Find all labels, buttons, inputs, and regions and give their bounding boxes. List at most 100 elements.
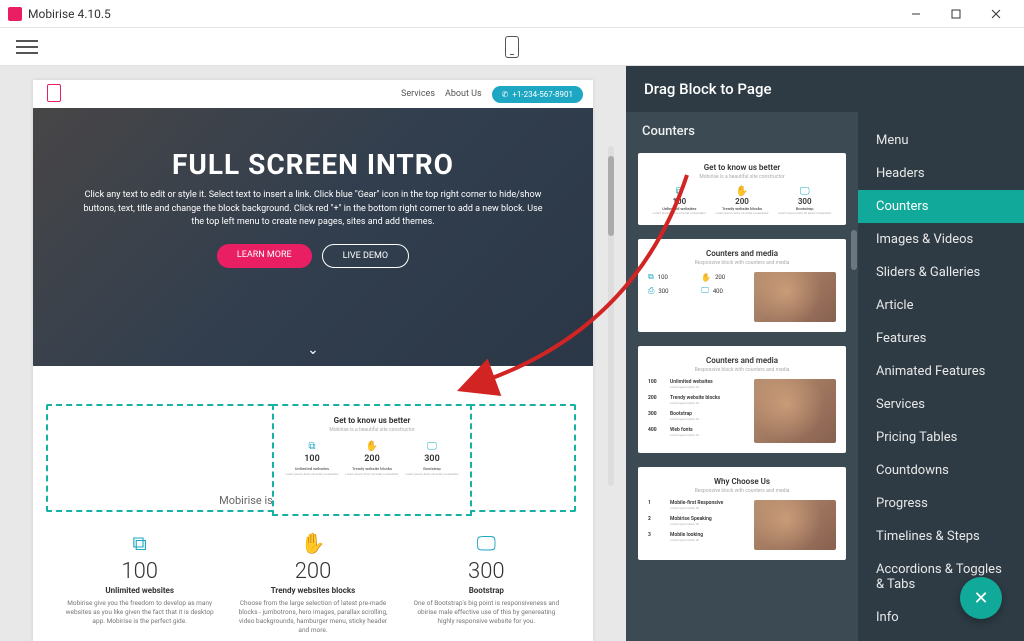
app-logo-icon	[8, 7, 22, 21]
category-item-features[interactable]: Features	[858, 322, 1024, 355]
dragged-block-subtitle: Mobirise is a beautiful site constructor	[282, 427, 462, 433]
dragged-block-title: Get to know us better	[282, 416, 462, 425]
thumbnails-scrollbar[interactable]	[851, 230, 857, 270]
feature-col-2[interactable]: ✋ 200 Trendy websites blocks Choose from…	[236, 531, 389, 635]
thumb-subtitle: Responsive block with counters and media	[648, 260, 836, 266]
thumb-media-image	[754, 272, 836, 322]
feature-label: Bootstrap	[410, 586, 563, 595]
canvas-area: Services About Us ✆ +1-234-567-8901 FULL…	[0, 66, 626, 641]
hero-scroll-down-icon[interactable]: ⌄	[307, 342, 319, 358]
block-thumbnail[interactable]: Why Choose Us Responsive block with coun…	[638, 467, 846, 560]
nav-about[interactable]: About Us	[445, 89, 482, 99]
block-thumbnail[interactable]: Get to know us better Mobirise is a beau…	[638, 153, 846, 225]
category-item-article[interactable]: Article	[858, 289, 1024, 322]
nav-phone-button[interactable]: ✆ +1-234-567-8901	[492, 86, 583, 103]
maximize-button[interactable]	[936, 2, 976, 26]
category-item-images-videos[interactable]: Images & Videos	[858, 223, 1024, 256]
mini-counter-1: ⧉ 100 Unlimited websites Lorem ipsum dol…	[282, 441, 342, 477]
feature-number: 300	[410, 559, 563, 584]
thumb-title: Counters and media	[648, 249, 836, 258]
window-title: Mobirise 4.10.5	[28, 7, 111, 21]
nav-services[interactable]: Services	[401, 89, 435, 99]
thumb-num: 200	[715, 274, 725, 281]
feature-label: Unlimited websites	[63, 586, 216, 595]
feature-label: Trendy websites blocks	[236, 586, 389, 595]
menu-hamburger-icon[interactable]	[16, 36, 38, 58]
thumb-num: 100	[648, 379, 666, 389]
thumb-num: 100	[648, 197, 711, 206]
feature-number: 100	[63, 559, 216, 584]
category-item-forms[interactable]: Forms	[858, 634, 1024, 641]
thumb-title: Get to know us better	[648, 163, 836, 172]
thumb-num: 400	[713, 288, 723, 295]
category-item-menu[interactable]: Menu	[858, 124, 1024, 157]
feature-col-1[interactable]: ⧉ 100 Unlimited websites Mobirise give y…	[63, 531, 216, 635]
dragged-block-preview[interactable]: Get to know us better Mobirise is a beau…	[272, 404, 472, 516]
thumb-num: 300	[648, 411, 666, 421]
app-toolbar	[0, 28, 1024, 66]
thumb-num: 300	[658, 288, 668, 295]
site-canvas[interactable]: Services About Us ✆ +1-234-567-8901 FULL…	[33, 80, 593, 641]
block-thumbnail[interactable]: Counters and media Responsive block with…	[638, 346, 846, 453]
device-preview-toggle[interactable]	[505, 36, 519, 58]
hero-title[interactable]: FULL SCREEN INTRO	[83, 148, 543, 181]
mini-counter-num: 100	[282, 454, 342, 464]
thumb-num: 200	[648, 395, 666, 405]
device-icon: ⧉	[282, 441, 342, 452]
hero-body[interactable]: Click any text to edit or style it. Sele…	[83, 189, 543, 230]
site-logo-icon[interactable]	[43, 84, 65, 104]
category-item-animated-features[interactable]: Animated Features	[858, 355, 1024, 388]
thumb-num: 100	[658, 274, 668, 281]
monitor-icon: 🖵	[410, 531, 563, 555]
block-thumbnail[interactable]: Counters and media Responsive block with…	[638, 239, 846, 332]
mini-counter-label: Unlimited websites	[282, 466, 342, 471]
hero-learn-more-button[interactable]: LEARN MORE	[217, 244, 312, 268]
thumb-num: 400	[648, 427, 666, 437]
thumb-title: Why Choose Us	[648, 477, 836, 486]
feature-desc: Choose from the large selection of lates…	[236, 599, 389, 635]
category-item-services[interactable]: Services	[858, 388, 1024, 421]
category-item-sliders-galleries[interactable]: Sliders & Galleries	[858, 256, 1024, 289]
mini-counter-num: 300	[402, 454, 462, 464]
blocks-panel: Drag Block to Page Counters Get to know …	[626, 66, 1024, 641]
site-header: Services About Us ✆ +1-234-567-8901	[33, 80, 593, 108]
mini-counter-3: 🖵 300 Bootstrap Lorem ipsum dolor sit am…	[402, 441, 462, 477]
mini-counter-label: Bootstrap	[402, 466, 462, 471]
category-item-timelines-steps[interactable]: Timelines & Steps	[858, 520, 1024, 553]
feature-col-3[interactable]: 🖵 300 Bootstrap One of Bootstrap's big p…	[410, 531, 563, 635]
thumb-title: Counters and media	[648, 356, 836, 365]
touch-icon: ✋	[236, 531, 389, 555]
thumb-media-image	[754, 379, 836, 443]
window-titlebar: Mobirise 4.10.5	[0, 0, 1024, 28]
category-item-headers[interactable]: Headers	[858, 157, 1024, 190]
mini-counter-label: Trendy website blocks	[342, 466, 402, 471]
category-item-countdowns[interactable]: Countdowns	[858, 454, 1024, 487]
feature-desc: Mobirise give you the freedom to develop…	[63, 599, 216, 626]
thumb-subtitle: Responsive block with counters and media	[648, 367, 836, 373]
monitor-icon: 🖵	[402, 441, 462, 452]
touch-icon: ✋	[342, 441, 402, 452]
category-item-pricing-tables[interactable]: Pricing Tables	[858, 421, 1024, 454]
close-button[interactable]	[976, 2, 1016, 26]
panel-title: Drag Block to Page	[626, 66, 1024, 112]
close-panel-fab[interactable]: ✕	[960, 577, 1002, 619]
thumb-num: 300	[773, 197, 836, 206]
minimize-button[interactable]	[896, 2, 936, 26]
hero-block[interactable]: FULL SCREEN INTRO Click any text to edit…	[33, 108, 593, 366]
device-icon: ⧉	[63, 531, 216, 555]
hero-live-demo-button[interactable]: LIVE DEMO	[322, 244, 409, 268]
mini-counter-num: 200	[342, 454, 402, 464]
mini-counter-2: ✋ 200 Trendy website blocks Lorem ipsum …	[342, 441, 402, 477]
category-item-progress[interactable]: Progress	[858, 487, 1024, 520]
features-row: ⧉ 100 Unlimited websites Mobirise give y…	[33, 519, 593, 635]
feature-number: 200	[236, 559, 389, 584]
thumb-subtitle: Mobirise is a beautiful site constructor	[648, 174, 836, 180]
thumbnails-section-title: Counters	[626, 112, 858, 147]
category-item-counters[interactable]: Counters	[858, 190, 1024, 223]
thumb-media-image	[754, 500, 836, 550]
phone-icon: ✆	[502, 90, 509, 99]
categories-column: MenuHeadersCountersImages & VideosSlider…	[858, 112, 1024, 641]
thumb-subtitle: Responsive block with counters and media	[648, 488, 836, 494]
mini-counter-desc: Lorem ipsum dolor sit amet consectetur	[402, 473, 462, 477]
canvas-scrollbar[interactable]	[608, 146, 614, 486]
